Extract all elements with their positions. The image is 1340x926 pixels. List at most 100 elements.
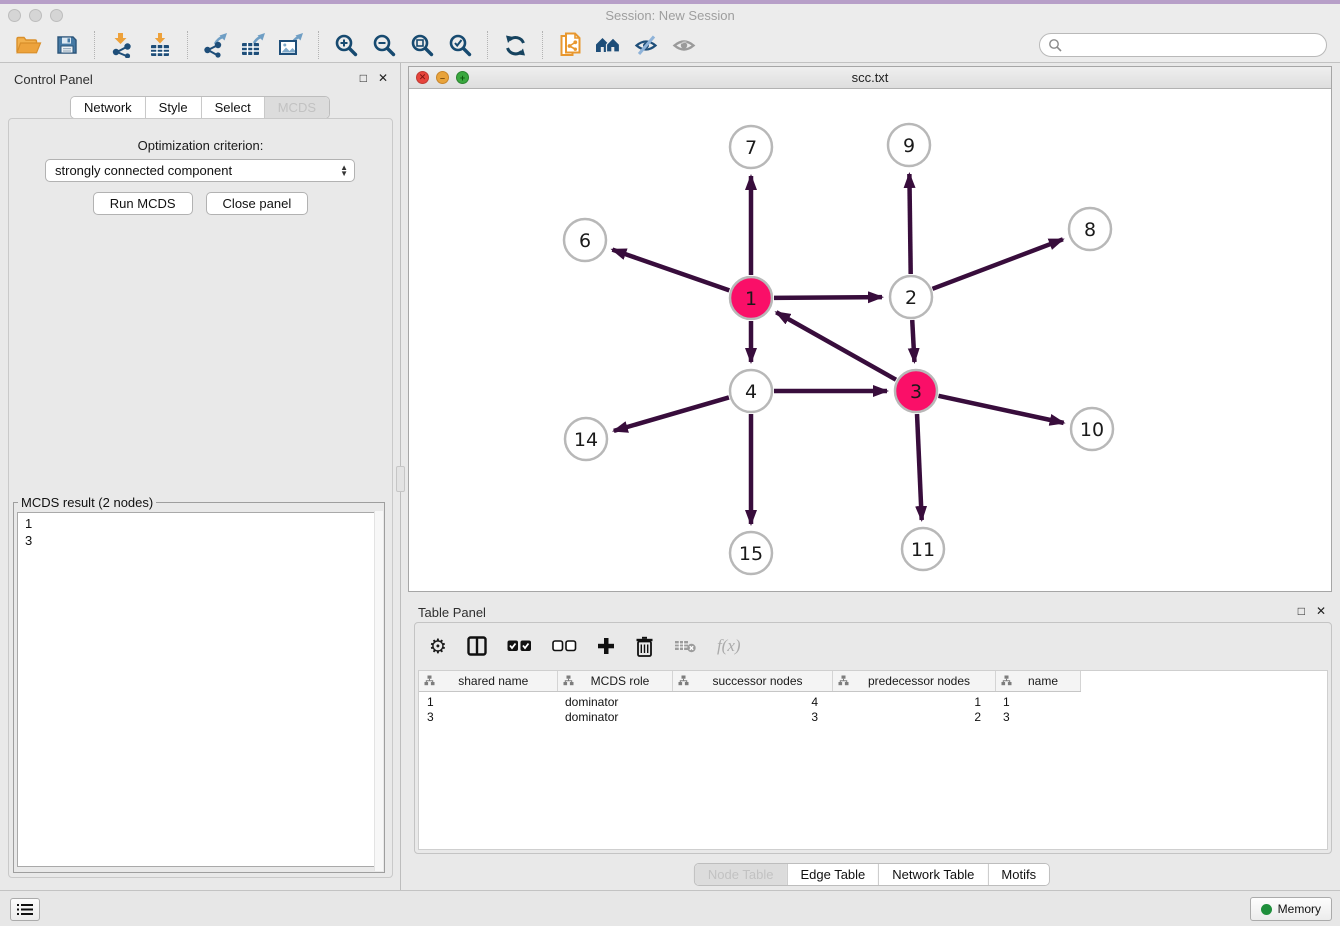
node-15[interactable]: 15	[730, 532, 772, 574]
edge-2-8[interactable]	[933, 239, 1063, 289]
export-image-icon	[278, 32, 304, 58]
mcds-result-line: 1	[25, 515, 373, 532]
table-cell[interactable]: 3	[419, 709, 557, 726]
import-table-button[interactable]	[144, 30, 176, 60]
table-cell[interactable]: 1	[419, 691, 557, 709]
close-panel-button[interactable]: Close panel	[206, 192, 309, 215]
column-header-name[interactable]: name	[995, 671, 1080, 691]
main-area: Control Panel NetworkStyleSelectMCDS Opt…	[0, 63, 1340, 890]
show-graphics-details-button[interactable]	[668, 30, 700, 60]
task-history-button[interactable]	[10, 898, 40, 921]
node-2[interactable]: 2	[890, 276, 932, 318]
tab-mcds[interactable]: MCDS	[264, 97, 329, 118]
table-cell[interactable]: 2	[832, 709, 995, 726]
zoom-selected-button[interactable]	[444, 30, 476, 60]
node-label: 1	[745, 288, 757, 310]
zoom-out-button[interactable]	[368, 30, 400, 60]
criterion-value: strongly connected component	[55, 163, 340, 178]
table-settings-button[interactable]: ⚙	[429, 636, 447, 656]
tab-network[interactable]: Network	[71, 97, 145, 118]
trash-icon	[635, 636, 654, 657]
refresh-layout-button[interactable]	[499, 30, 531, 60]
table-cell[interactable]: 1	[995, 691, 1080, 709]
table-cell[interactable]: 1	[832, 691, 995, 709]
edge-4-14[interactable]	[614, 397, 729, 430]
tab-edge-table[interactable]: Edge Table	[786, 864, 878, 885]
columns-icon	[467, 636, 487, 656]
network-minimize-button[interactable]	[436, 71, 449, 84]
open-session-button[interactable]	[13, 30, 45, 60]
deselect-all-button[interactable]	[552, 640, 577, 652]
add-row-button[interactable]	[597, 637, 615, 655]
network-window-titlebar[interactable]: scc.txt	[409, 67, 1331, 89]
edge-3-1[interactable]	[776, 312, 896, 379]
control-panel-close-icon[interactable]	[378, 71, 388, 85]
tab-node-table[interactable]: Node Table	[695, 864, 787, 885]
node-11[interactable]: 11	[902, 528, 944, 570]
table-cell[interactable]: 4	[672, 691, 832, 709]
tab-motifs[interactable]: Motifs	[987, 864, 1049, 885]
node-7[interactable]: 7	[730, 126, 772, 168]
table-cell[interactable]: 3	[672, 709, 832, 726]
column-header-successor-nodes[interactable]: successor nodes	[672, 671, 832, 691]
network-zoom-button[interactable]	[456, 71, 469, 84]
node-6[interactable]: 6	[564, 219, 606, 261]
table-cell[interactable]: dominator	[557, 709, 672, 726]
control-panel-float-icon[interactable]	[360, 71, 367, 85]
table-row[interactable]: 3dominator323	[419, 709, 1080, 726]
node-label: 7	[745, 137, 757, 159]
column-header-shared-name[interactable]: shared name	[419, 671, 557, 691]
network-close-button[interactable]	[416, 71, 429, 84]
hide-graphics-details-button[interactable]	[630, 30, 662, 60]
delete-row-button[interactable]	[635, 636, 654, 657]
node-10[interactable]: 10	[1071, 408, 1113, 450]
column-header-MCDS-role[interactable]: MCDS role	[557, 671, 672, 691]
table-cell[interactable]: dominator	[557, 691, 672, 709]
run-mcds-button[interactable]: Run MCDS	[93, 192, 193, 215]
table-row[interactable]: 1dominator411	[419, 691, 1080, 709]
node-9[interactable]: 9	[888, 124, 930, 166]
criterion-select[interactable]: strongly connected component ▲▼	[45, 159, 355, 182]
table-cell[interactable]: 3	[995, 709, 1080, 726]
main-toolbar	[0, 28, 1340, 63]
unchecked-boxes-icon	[552, 640, 577, 652]
node-1[interactable]: 1	[730, 277, 772, 319]
column-header-predecessor-nodes[interactable]: predecessor nodes	[832, 671, 995, 691]
node-4[interactable]: 4	[730, 370, 772, 412]
edge-2-9[interactable]	[909, 174, 910, 274]
function-builder-button[interactable]: f(x)	[717, 636, 741, 656]
tab-style[interactable]: Style	[145, 97, 201, 118]
clone-network-button[interactable]	[554, 30, 586, 60]
zoom-fit-button[interactable]	[406, 30, 438, 60]
import-network-button[interactable]	[106, 30, 138, 60]
chevron-up-down-icon: ▲▼	[340, 165, 348, 177]
edge-3-11[interactable]	[917, 414, 922, 520]
delete-table-button[interactable]	[674, 639, 697, 653]
save-session-button[interactable]	[51, 30, 83, 60]
table-panel-float-icon[interactable]	[1298, 604, 1305, 618]
table-panel-close-icon[interactable]	[1316, 604, 1326, 618]
search-box[interactable]	[1039, 33, 1327, 57]
tab-network-table[interactable]: Network Table	[878, 864, 987, 885]
node-8[interactable]: 8	[1069, 208, 1111, 250]
edge-1-6[interactable]	[612, 250, 729, 291]
node-3[interactable]: 3	[895, 370, 937, 412]
export-image-button[interactable]	[275, 30, 307, 60]
zoom-in-button[interactable]	[330, 30, 362, 60]
panel-splitter-handle[interactable]	[396, 466, 405, 492]
show-columns-button[interactable]	[467, 636, 487, 656]
tab-select[interactable]: Select	[201, 97, 264, 118]
edge-3-10[interactable]	[938, 396, 1063, 423]
export-network-button[interactable]	[199, 30, 231, 60]
network-home-button[interactable]	[592, 30, 624, 60]
export-table-button[interactable]	[237, 30, 269, 60]
mcds-result-textarea[interactable]: 13	[17, 512, 381, 867]
node-14[interactable]: 14	[565, 418, 607, 460]
edge-1-2[interactable]	[774, 297, 882, 298]
network-canvas[interactable]: 7 9 6 8 1 2 4 3 14 10 15 11	[409, 89, 1331, 591]
select-all-button[interactable]	[507, 640, 532, 652]
search-input[interactable]	[1067, 38, 1318, 52]
edge-2-3[interactable]	[912, 320, 914, 362]
memory-button[interactable]: Memory	[1250, 897, 1332, 921]
result-scrollbar[interactable]	[374, 511, 383, 871]
